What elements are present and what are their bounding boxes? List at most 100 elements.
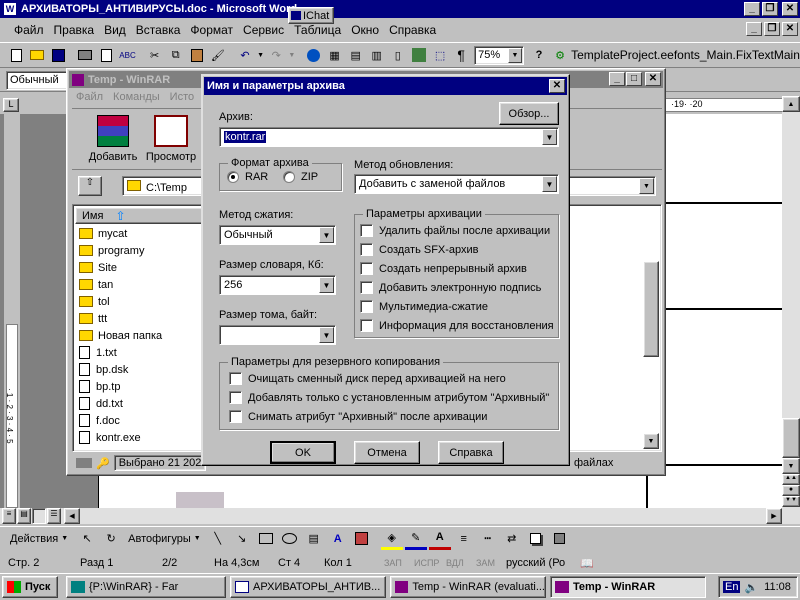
menu-tools[interactable]: Сервис [243,23,284,37]
start-button[interactable]: Пуск [2,576,58,598]
3d-icon[interactable] [549,528,571,550]
archive-option-checkbox[interactable]: Мультимедиа-сжатие [360,300,488,313]
line-style-icon[interactable]: ≡ [453,528,475,550]
menu-window[interactable]: Окно [351,23,379,37]
scroll-up-button[interactable]: ▲ [782,96,800,112]
file-list-item[interactable]: bp.tp [75,378,205,395]
file-list-item[interactable]: mycat [75,225,205,242]
checkbox[interactable] [360,243,373,256]
checkbox[interactable] [360,262,373,275]
prev-page-button[interactable]: ▲▲ [782,474,800,485]
vertical-scrollbar[interactable]: ▲ ▼ ▲▲ ● ▼▼ [782,96,800,508]
taskbar-item-word[interactable]: АРХИВАТОРЫ_АНТИВ... [230,576,386,598]
browse-button[interactable]: Обзор... [499,102,559,125]
winrar-maximize-button[interactable]: □ [626,72,642,86]
status-macro-recording[interactable]: ЗАП [380,555,408,571]
columns-icon[interactable]: ▯ [388,44,408,66]
style-select[interactable]: Обычный [6,71,74,90]
status-track-changes[interactable]: ИСПР [410,555,440,571]
minimize-button[interactable]: _ [744,2,760,16]
print-icon[interactable] [75,44,95,66]
spelling-status-icon[interactable]: 📖 [576,555,602,571]
free-rotate-icon[interactable]: ↻ [100,528,122,550]
insert-excel-icon[interactable]: ▥ [367,44,387,66]
checkbox[interactable] [360,281,373,294]
restore-button[interactable]: ❐ [762,2,778,16]
format-zip-radio[interactable]: ZIP [283,171,318,183]
scroll-down-button[interactable]: ▼ [782,458,800,474]
font-color-icon[interactable]: A [428,528,451,550]
language-indicator[interactable]: En [723,581,741,593]
close-button[interactable]: ✕ [782,2,798,16]
select-objects-icon[interactable]: ↖ [76,528,98,550]
menu-insert[interactable]: Вставка [136,23,181,37]
file-list-item[interactable]: Site [75,259,205,276]
scroll-right-button[interactable]: ▶ [766,508,782,524]
backup-option-checkbox[interactable]: Снимать атрибут "Архивный" после архивац… [229,410,487,423]
view-button[interactable]: Просмотр [144,115,198,163]
winrar-minimize-button[interactable]: _ [609,72,625,86]
menu-edit[interactable]: Правка [54,23,95,37]
redo-dropdown-icon[interactable]: ▼ [287,44,296,66]
archive-name-input[interactable]: kontr.rar ▼ [219,127,559,147]
draw-menu[interactable]: Действия ▼ [10,533,68,545]
speaker-icon[interactable]: 🔈 [744,581,758,594]
winrar-menu-file[interactable]: Файл [76,91,103,107]
archive-option-checkbox[interactable]: Информация для восстановления [360,319,554,332]
web-layout-button[interactable]: ▤ [17,508,31,524]
print-layout-button[interactable] [32,508,46,524]
status-extend[interactable]: ВДЛ [442,555,470,571]
line-color-icon[interactable]: ✎ [404,528,427,550]
radio-zip[interactable] [283,171,295,183]
drawing-icon[interactable] [409,44,429,66]
file-list-item[interactable]: programy [75,242,205,259]
filelist-scroll-thumb[interactable] [643,261,659,357]
new-doc-icon[interactable] [6,44,26,66]
tables-borders-icon[interactable]: ▦ [325,44,345,66]
file-list-item[interactable]: tan [75,276,205,293]
winrar-close-button[interactable]: ✕ [645,72,661,86]
dialog-titlebar[interactable]: Имя и параметры архива ✕ [204,77,567,95]
undo-icon[interactable]: ↶ [235,44,255,66]
file-list-item[interactable]: kontr.exe [75,429,205,446]
checkbox[interactable] [360,319,373,332]
file-list-item[interactable]: ttt [75,310,205,327]
arrow-icon[interactable]: ↘ [231,528,253,550]
oval-icon[interactable] [279,528,301,550]
scroll-left-button[interactable]: ◀ [64,508,80,524]
file-list-item[interactable]: bp.dsk [75,361,205,378]
archive-option-checkbox[interactable]: Создать непрерывный архив [360,262,527,275]
redo-icon[interactable]: ↷ [266,44,286,66]
volume-size-select[interactable]: ▼ [219,325,336,345]
menu-format[interactable]: Формат [190,23,233,37]
backup-option-checkbox[interactable]: Очищать сменный диск перед архивацией на… [229,372,506,385]
autoshapes-menu[interactable]: Автофигуры ▼ [128,533,201,545]
arrow-style-icon[interactable]: ⇄ [501,528,523,550]
column-header-name[interactable]: Имя ⇧ [75,207,205,224]
chevron-down-icon[interactable]: ▼ [319,277,334,293]
help-icon[interactable]: ? [529,44,549,66]
radio-rar[interactable] [227,171,239,183]
line-icon[interactable]: ╲ [207,528,229,550]
format-painter-icon[interactable]: 🖌 [208,44,228,66]
file-list-item[interactable]: 1.txt [75,344,205,361]
doc-restore-button[interactable]: ❐ [764,22,780,36]
menu-help[interactable]: Справка [389,23,436,37]
menu-view[interactable]: Вид [104,23,126,37]
chevron-down-icon[interactable]: ▼ [319,327,334,343]
document-map-icon[interactable]: ⬚ [430,44,450,66]
select-browse-object-button[interactable]: ● [782,485,800,496]
archive-option-checkbox[interactable]: Добавить электронную подпись [360,281,541,294]
wordart-icon[interactable]: A [327,528,349,550]
clipart-icon[interactable] [351,528,373,550]
copy-icon[interactable]: ⧉ [166,44,186,66]
doc-minimize-button[interactable]: _ [746,22,762,36]
file-list-item[interactable]: dd.txt [75,395,205,412]
save-icon[interactable] [48,44,68,66]
update-method-select[interactable]: Добавить с заменой файлов ▼ [354,174,559,194]
insert-table-icon[interactable]: ▤ [346,44,366,66]
print-preview-icon[interactable] [96,44,116,66]
backup-option-checkbox[interactable]: Добавлять только с установленным атрибут… [229,391,549,404]
cancel-button[interactable]: Отмена [354,441,420,464]
dash-style-icon[interactable]: ┅ [477,528,499,550]
